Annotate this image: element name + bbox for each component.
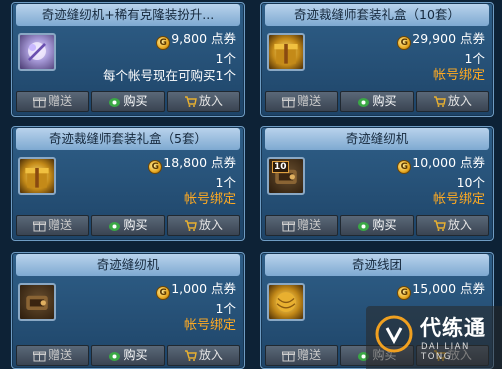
shop-item-card: 奇迹裁缝师套装礼盒（5套） G 18,800 点券 1个 帐号绑定 赠送 购买 放… [11, 126, 245, 241]
add-to-cart-button[interactable]: 放入 [415, 215, 489, 236]
buy-button[interactable]: 购买 [91, 215, 165, 236]
add-to-cart-button[interactable]: 放入 [166, 215, 240, 236]
watermark-logo-icon [374, 314, 414, 354]
gift-button[interactable]: 赠送 [16, 215, 90, 236]
watermark-subtitle: DAI LIAN TONG [421, 342, 470, 362]
coin-icon: G [156, 36, 171, 50]
account-bound-label: 帐号绑定 [183, 318, 236, 333]
buy-bag-icon [108, 219, 121, 232]
add-to-cart-button[interactable]: 放入 [166, 345, 240, 366]
coin-icon: G [397, 160, 412, 174]
cart-icon [184, 95, 197, 108]
buy-button[interactable]: 购买 [91, 345, 165, 366]
item-title: 奇迹裁缝师套装礼盒（5套） [16, 128, 240, 150]
item-quantity: 10个 [456, 175, 485, 190]
buy-button[interactable]: 购买 [340, 215, 414, 236]
cart-icon [433, 219, 446, 232]
watermark-title: 代练通 [420, 316, 486, 340]
buy-button[interactable]: 购买 [91, 91, 165, 112]
shop-item-card: 奇迹缝纫机+稀有克隆装扮升... G 9,800 点券 1个 每个帐号现在可购买1… [11, 2, 245, 117]
item-quantity: 1个 [215, 51, 236, 66]
item-title: 奇迹缝纫机 [16, 254, 240, 276]
item-title: 奇迹裁缝师套装礼盒（10套） [265, 4, 489, 26]
shop-item-card: 奇迹裁缝师套装礼盒（10套） G 29,900 点券 1个 帐号绑定 赠送 购买 … [260, 2, 494, 117]
buy-bag-icon [108, 95, 121, 108]
gift-button[interactable]: 赠送 [16, 91, 90, 112]
item-title: 奇迹线团 [265, 254, 489, 276]
purchase-limit-notice: 每个帐号现在可购买1个 [103, 68, 236, 83]
item-quantity: 1个 [215, 175, 236, 190]
cart-icon [184, 349, 197, 362]
account-bound-label: 帐号绑定 [432, 68, 485, 83]
buy-bag-icon [357, 95, 370, 108]
item-price: G 15,000 点券 [397, 280, 485, 300]
add-to-cart-button[interactable]: 放入 [415, 91, 489, 112]
item-title: 奇迹缝纫机 [265, 128, 489, 150]
item-price: G 18,800 点券 [148, 154, 236, 174]
buy-bag-icon [357, 219, 370, 232]
gold-gift-box-icon[interactable] [267, 33, 305, 71]
gift-icon [33, 349, 47, 362]
shop-item-card: 奇迹缝纫机 10 G 10,000 点券 10个 帐号绑定 赠送 购买 放入 [260, 126, 494, 241]
gold-gift-box-icon[interactable] [18, 157, 56, 195]
account-bound-label: 帐号绑定 [432, 192, 485, 207]
thread-ball-icon[interactable] [267, 283, 305, 321]
gift-button[interactable]: 赠送 [265, 215, 339, 236]
watermark: 代练通 DAI LIAN TONG [366, 306, 502, 369]
cart-icon [433, 95, 446, 108]
item-quantity: 1个 [215, 301, 236, 316]
gift-icon [33, 219, 47, 232]
coin-icon: G [397, 36, 412, 50]
gift-button[interactable]: 赠送 [265, 91, 339, 112]
gift-icon [33, 95, 47, 108]
account-bound-label: 帐号绑定 [183, 192, 236, 207]
coin-icon: G [148, 160, 163, 174]
add-to-cart-button[interactable]: 放入 [166, 91, 240, 112]
shop-item-card: 奇迹缝纫机 G 1,000 点券 1个 帐号绑定 赠送 购买 放入 [11, 252, 245, 369]
item-title: 奇迹缝纫机+稀有克隆装扮升... [16, 4, 240, 26]
gift-icon [282, 349, 296, 362]
sewing-machine-icon[interactable] [18, 283, 56, 321]
item-price: G 29,900 点券 [397, 30, 485, 50]
coin-icon: G [397, 286, 412, 300]
buy-bag-icon [108, 349, 121, 362]
item-price: G 10,000 点券 [397, 154, 485, 174]
cart-icon [184, 219, 197, 232]
item-price: G 9,800 点券 [103, 30, 236, 50]
coin-icon: G [156, 286, 171, 300]
purple-sewing-machine-icon[interactable] [18, 33, 56, 71]
gift-button[interactable]: 赠送 [16, 345, 90, 366]
item-quantity: 1个 [464, 51, 485, 66]
item-price: G 1,000 点券 [156, 280, 236, 300]
gift-button[interactable]: 赠送 [265, 345, 339, 366]
sewing-machine-icon[interactable]: 10 [267, 157, 305, 195]
gift-icon [282, 95, 296, 108]
stack-count-badge: 10 [272, 161, 289, 173]
buy-button[interactable]: 购买 [340, 91, 414, 112]
gift-icon [282, 219, 296, 232]
